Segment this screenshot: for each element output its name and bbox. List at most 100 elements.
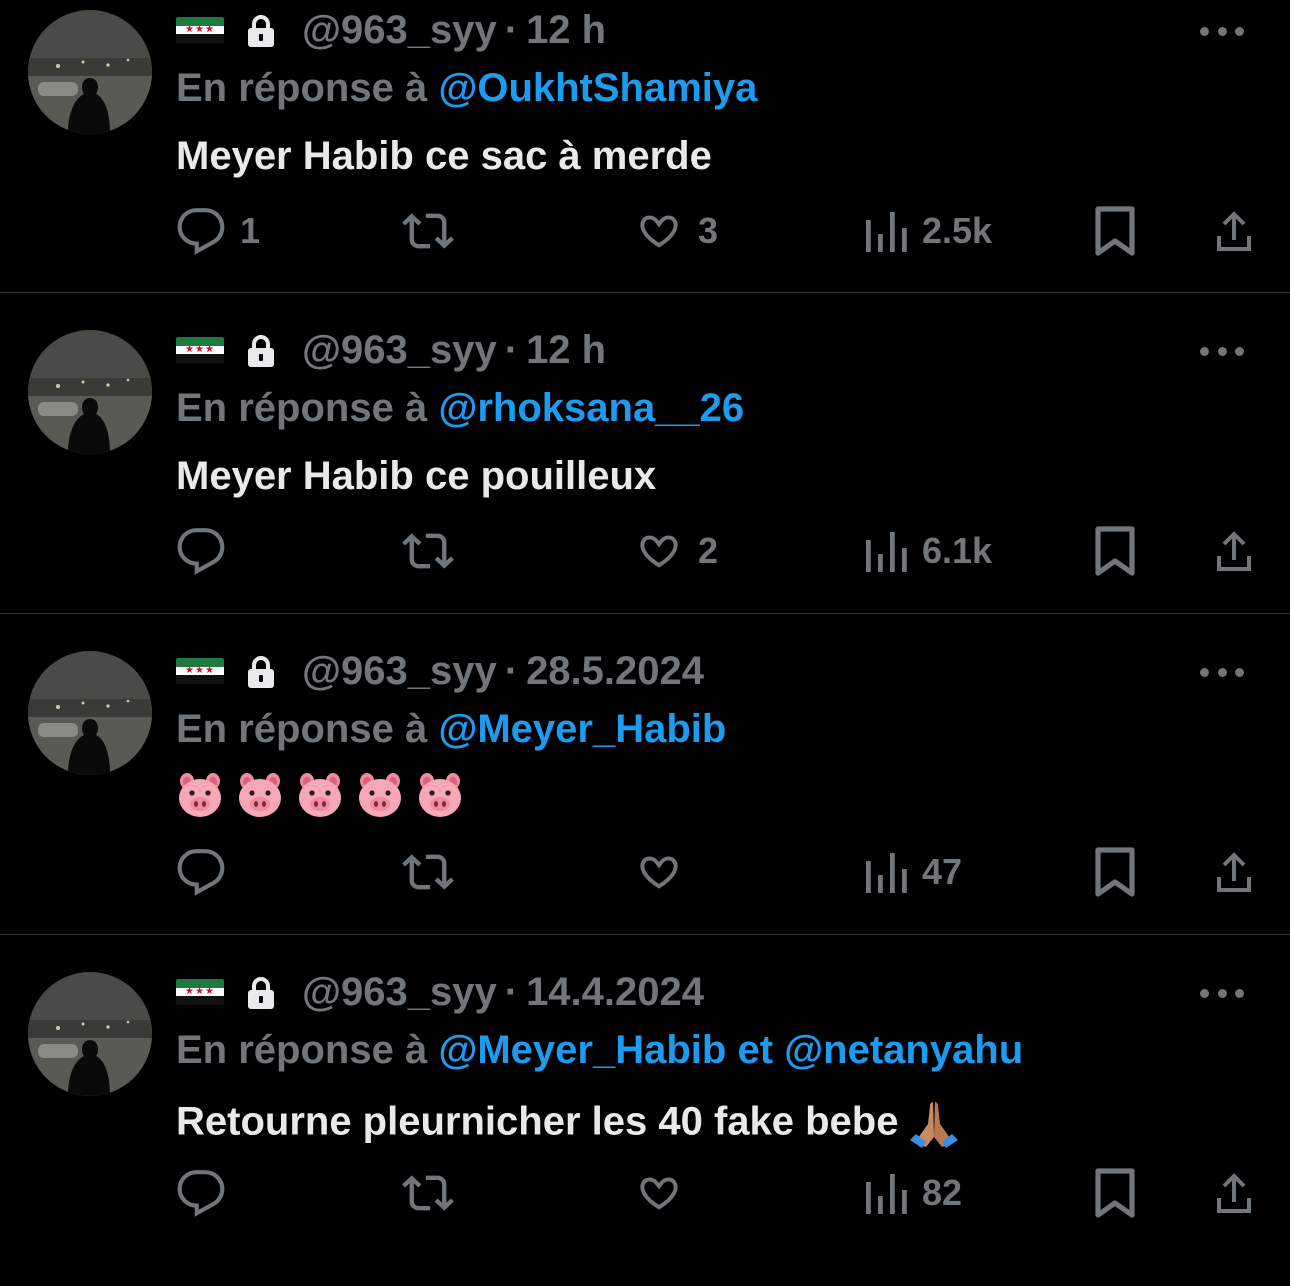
tweet[interactable]: ★ ★ ★ @963_syy · 12 h En réponse à @rhoksana__… (0, 324, 1290, 644)
syrian-independence-flag-icon: ★ ★ ★ (176, 979, 224, 1005)
retweet-button[interactable] (402, 1163, 468, 1223)
tweet-time[interactable]: 14.4.2024 (526, 970, 704, 1015)
share-icon (1210, 847, 1258, 897)
action-bar: 82 (176, 1163, 1260, 1223)
like-button[interactable] (634, 1163, 698, 1223)
lock-icon (246, 333, 276, 367)
reply-to-link[interactable]: @OukhtShamiya (438, 66, 757, 110)
share-button[interactable] (1210, 1163, 1258, 1223)
divider (0, 613, 1290, 614)
bookmark-button[interactable] (1094, 1163, 1136, 1223)
bookmark-icon (1094, 846, 1136, 898)
tweet-text: Meyer Habib ce pouilleux (176, 454, 656, 499)
pig-face-icon (296, 771, 344, 819)
action-bar: 2 6.1k (176, 521, 1260, 581)
reply-button[interactable]: 1 (176, 201, 260, 261)
reply-prefix: En réponse à (176, 386, 428, 430)
more-icon[interactable] (1200, 341, 1244, 361)
share-button[interactable] (1210, 521, 1258, 581)
views-count: 2.5k (922, 210, 993, 251)
views-button[interactable]: 47 (864, 842, 962, 902)
more-icon[interactable] (1200, 21, 1244, 41)
views-button[interactable]: 6.1k (864, 521, 992, 581)
separator: · (504, 969, 519, 1014)
views-count: 82 (922, 1172, 963, 1213)
tweet-time[interactable]: 12 h (526, 8, 606, 53)
reply-to-link[interactable]: @Meyer_Habib (438, 707, 726, 751)
bookmark-icon (1094, 1167, 1136, 1219)
retweet-icon (402, 205, 454, 257)
like-button[interactable] (634, 842, 698, 902)
heart-icon (634, 206, 684, 256)
tweet[interactable]: ★ ★ ★ @963_syy · 12 h En réponse à @OukhtShami… (0, 4, 1290, 324)
action-bar: 47 (176, 842, 1260, 902)
lock-icon (246, 975, 276, 1009)
heart-icon (634, 526, 684, 576)
syrian-independence-flag-icon: ★ ★ ★ (176, 337, 224, 363)
divider (0, 292, 1290, 293)
reply-button[interactable] (176, 1163, 240, 1223)
reply-context: En réponse à @Meyer_Habib et @netanyahu (176, 1028, 1023, 1073)
pig-face-icon (236, 771, 284, 819)
views-count: 47 (922, 851, 963, 892)
views-button[interactable]: 2.5k (864, 201, 992, 261)
avatar[interactable] (28, 651, 152, 775)
tweet-text: Meyer Habib ce sac à merde (176, 134, 712, 179)
tweet[interactable]: ★ ★ ★ @963_syy · 28.5.2024 En réponse à @Meyer… (0, 645, 1290, 965)
more-icon[interactable] (1200, 662, 1244, 682)
user-handle[interactable]: @963_syy (302, 328, 497, 373)
like-button[interactable]: 3 (634, 201, 718, 261)
retweet-icon (402, 1167, 454, 1219)
avatar[interactable] (28, 330, 152, 454)
more-icon[interactable] (1200, 983, 1244, 1003)
tweet-header: ★ ★ ★ @963_syy · 12 h (176, 4, 606, 56)
views-icon (864, 208, 908, 254)
retweet-button[interactable] (402, 842, 468, 902)
separator: · (504, 648, 519, 693)
share-icon (1210, 526, 1258, 576)
tweet-time[interactable]: 12 h (526, 328, 606, 373)
retweet-button[interactable] (402, 201, 468, 261)
reply-to-link[interactable]: @rhoksana__26 (438, 386, 744, 430)
divider (0, 934, 1290, 935)
bookmark-button[interactable] (1094, 521, 1136, 581)
avatar[interactable] (28, 10, 152, 134)
reply-button[interactable] (176, 842, 240, 902)
views-icon (864, 1170, 908, 1216)
reply-prefix: En réponse à (176, 707, 428, 751)
avatar[interactable] (28, 972, 152, 1096)
tweet[interactable]: ★ ★ ★ @963_syy · 14.4.2024 En réponse à @Meyer… (0, 966, 1290, 1286)
reply-icon (176, 1168, 226, 1218)
tweet-header: ★ ★ ★ @963_syy · 28.5.2024 (176, 645, 704, 697)
tweet-time[interactable]: 28.5.2024 (526, 649, 704, 694)
retweet-button[interactable] (402, 521, 468, 581)
bookmark-icon (1094, 205, 1136, 257)
share-button[interactable] (1210, 842, 1258, 902)
bookmark-button[interactable] (1094, 842, 1136, 902)
user-handle[interactable]: @963_syy (302, 649, 497, 694)
views-button[interactable]: 82 (864, 1163, 962, 1223)
tweet-text: Retourne pleurnicher les 40 fake bebe (176, 1096, 962, 1152)
reply-button[interactable] (176, 521, 240, 581)
reply-to-link[interactable]: @Meyer_Habib (438, 1028, 726, 1072)
folded-hands-icon (906, 1096, 962, 1152)
views-icon (864, 849, 908, 895)
user-handle[interactable]: @963_syy (302, 970, 497, 1015)
reply-to-extra[interactable]: et @netanyahu (737, 1028, 1023, 1072)
like-button[interactable]: 2 (634, 521, 718, 581)
reply-context: En réponse à @rhoksana__26 (176, 386, 744, 431)
syrian-independence-flag-icon: ★ ★ ★ (176, 658, 224, 684)
reply-count: 1 (240, 210, 261, 251)
views-count: 6.1k (922, 530, 993, 571)
share-button[interactable] (1210, 201, 1258, 261)
pig-face-icon (416, 771, 464, 819)
heart-icon (634, 1168, 684, 1218)
bookmark-button[interactable] (1094, 201, 1136, 261)
tweet-feed: ★ ★ ★ @963_syy · 12 h En réponse à @OukhtShami… (0, 0, 1290, 1237)
user-handle[interactable]: @963_syy (302, 8, 497, 53)
reply-icon (176, 526, 226, 576)
like-count: 3 (698, 210, 719, 251)
reply-context: En réponse à @Meyer_Habib (176, 707, 726, 752)
reply-prefix: En réponse à (176, 1028, 428, 1072)
tweet-text-body: Meyer Habib ce pouilleux (176, 454, 657, 498)
